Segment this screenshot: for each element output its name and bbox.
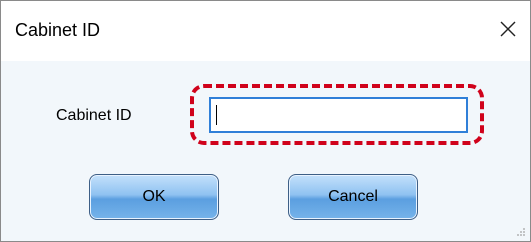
dialog-body: Cabinet ID OK Cancel <box>1 61 530 241</box>
resize-grip-icon[interactable] <box>516 227 526 237</box>
title-bar[interactable]: Cabinet ID <box>1 1 530 61</box>
ok-button[interactable]: OK <box>89 174 219 220</box>
cancel-button[interactable]: Cancel <box>288 174 418 220</box>
cabinet-id-dialog: Cabinet ID Cabinet ID OK Cancel <box>0 0 531 242</box>
window-title: Cabinet ID <box>15 20 101 40</box>
cabinet-id-input[interactable] <box>209 97 468 133</box>
close-icon <box>500 21 516 37</box>
cabinet-id-label: Cabinet ID <box>56 107 132 124</box>
text-caret <box>216 105 217 125</box>
close-button[interactable] <box>488 9 528 49</box>
